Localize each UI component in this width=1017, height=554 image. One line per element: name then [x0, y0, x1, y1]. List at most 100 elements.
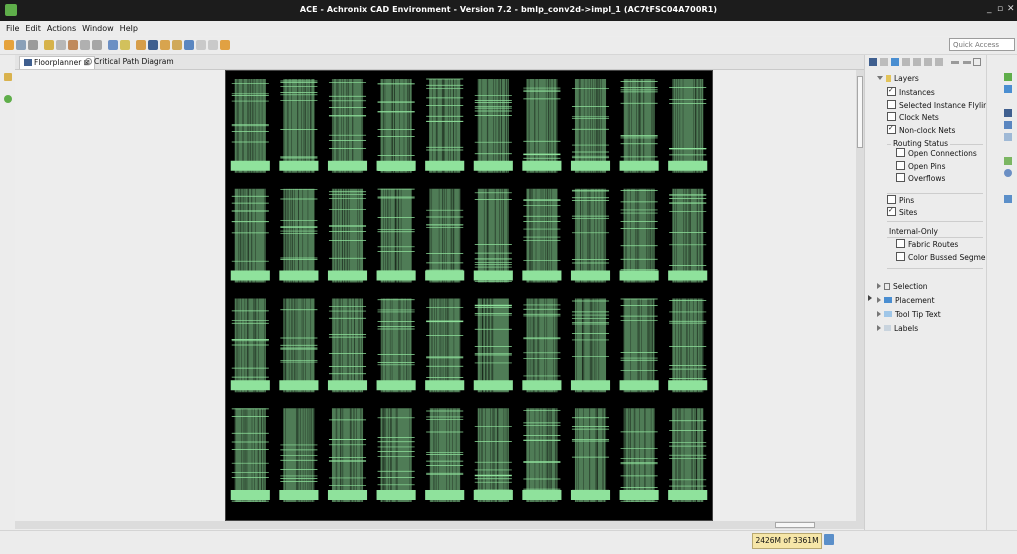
routing-status-title: Routing Status [891, 139, 951, 148]
panel-minimize-icon[interactable] [963, 61, 971, 64]
print-icon[interactable] [28, 40, 38, 50]
open-project-icon[interactable] [4, 40, 14, 50]
netlist-view-icon[interactable] [1004, 73, 1012, 81]
labels-label: Labels [894, 324, 919, 333]
open-connections-checkbox[interactable] [896, 148, 905, 157]
forward-icon[interactable] [208, 40, 218, 50]
menu-help[interactable]: Help [120, 24, 138, 33]
hierarchy-icon[interactable] [1004, 133, 1012, 141]
back-icon[interactable] [196, 40, 206, 50]
pin-tool-icon[interactable] [4, 73, 12, 81]
expand-tool-tip-icon[interactable] [877, 311, 881, 317]
properties-icon[interactable] [1004, 109, 1012, 117]
minimize-button[interactable]: _ [987, 4, 992, 14]
window-title: ACE - Achronix CAD Environment - Version… [299, 5, 718, 14]
flow-icon[interactable] [220, 40, 230, 50]
floorplanner-canvas[interactable] [15, 70, 856, 521]
save-icon[interactable] [16, 40, 26, 50]
layer-overflows[interactable]: Overflows [896, 173, 945, 184]
layer-clock-nets[interactable]: Clock Nets [887, 112, 939, 123]
expand-selection-icon[interactable] [877, 283, 881, 289]
copy-icon[interactable] [80, 40, 90, 50]
fabric-routes-label: Fabric Routes [908, 240, 959, 249]
zoom-out-icon[interactable] [924, 58, 932, 66]
placement-label: Placement [895, 296, 935, 305]
console-icon[interactable] [1004, 169, 1012, 177]
fabric-routes-checkbox[interactable] [896, 239, 905, 248]
pins-checkbox[interactable] [887, 195, 896, 204]
layer-fabric-routes[interactable]: Fabric Routes [896, 239, 958, 250]
panel-collapse-arrow-icon[interactable] [868, 295, 872, 301]
timing-icon[interactable] [172, 40, 182, 50]
chip-die[interactable] [225, 70, 713, 521]
filter-icon[interactable] [891, 58, 899, 66]
list-view-icon[interactable] [1004, 85, 1012, 93]
canvas-vertical-scrollbar[interactable] [856, 70, 864, 521]
section-labels[interactable]: Labels [877, 323, 918, 334]
instances-checkbox[interactable] [887, 85, 896, 96]
view-icon[interactable] [869, 58, 877, 66]
clock-nets-label: Clock Nets [899, 113, 939, 122]
layer-sites[interactable]: Sites [887, 205, 917, 218]
tab-critical-path-label: Critical Path Diagram [94, 57, 174, 66]
tab-critical-path-diagram[interactable]: Critical Path Diagram [81, 56, 178, 68]
clock-nets-checkbox[interactable] [887, 112, 896, 121]
panel-maximize-icon[interactable] [973, 58, 981, 66]
menu-file[interactable]: File [6, 24, 19, 33]
overflows-checkbox[interactable] [896, 173, 905, 182]
non-clock-nets-checkbox[interactable] [887, 123, 896, 134]
tasks-icon[interactable] [1004, 195, 1012, 203]
layer-non-clock-nets[interactable]: Non-clock Nets [887, 123, 955, 136]
zoom-fit-icon[interactable] [902, 58, 910, 66]
selected-instance-flyline-checkbox[interactable] [887, 100, 896, 109]
select-icon[interactable] [880, 58, 888, 66]
delete-icon[interactable] [92, 40, 102, 50]
section-selection[interactable]: Selection [877, 281, 928, 292]
internal-only-title: Internal-Only [889, 227, 938, 236]
garbage-collect-icon[interactable] [824, 534, 834, 545]
sites-checkbox[interactable] [887, 205, 896, 216]
open-pins-checkbox[interactable] [896, 161, 905, 170]
expand-labels-icon[interactable] [877, 325, 881, 331]
tree-icon[interactable] [1004, 157, 1012, 165]
section-tool-tip-text[interactable]: Tool Tip Text [877, 309, 941, 320]
outline-icon[interactable] [1004, 121, 1012, 129]
zoom-in-icon[interactable] [913, 58, 921, 66]
add-icon[interactable] [4, 95, 12, 103]
horizontal-scroll-thumb[interactable] [775, 522, 815, 528]
layer-open-pins[interactable]: Open Pins [896, 161, 946, 172]
expand-placement-icon[interactable] [877, 297, 881, 303]
menu-edit[interactable]: Edit [25, 24, 41, 33]
run-flow-icon[interactable] [44, 40, 54, 50]
menu-window[interactable]: Window [82, 24, 114, 33]
layout-icon[interactable] [148, 40, 158, 50]
report-icon[interactable] [160, 40, 170, 50]
memory-usage[interactable]: 2426M of 3361M [752, 533, 822, 549]
zoom-box-icon[interactable] [935, 58, 943, 66]
search-icon[interactable] [120, 40, 130, 50]
stop-icon[interactable] [56, 40, 66, 50]
netlist-icon[interactable] [184, 40, 194, 50]
pin-icon[interactable] [68, 40, 78, 50]
floorplanner-icon[interactable] [136, 40, 146, 50]
view-menu-icon[interactable] [951, 61, 959, 64]
quick-access-input[interactable] [949, 38, 1015, 51]
color-bussed-segment-checkbox[interactable] [896, 252, 905, 261]
layer-color-bussed-segment[interactable]: Color Bussed Segment [896, 252, 993, 263]
menu-actions[interactable]: Actions [47, 24, 76, 33]
menu-bar: File Edit Actions Window Help [0, 21, 1017, 36]
section-placement[interactable]: Placement [877, 295, 935, 306]
layer-open-connections[interactable]: Open Connections [896, 148, 977, 159]
title-bar: ACE - Achronix CAD Environment - Version… [0, 0, 1017, 21]
expand-layers-icon[interactable] [877, 76, 883, 80]
layer-selected-instance-flyline[interactable]: Selected Instance Flyline [887, 100, 993, 111]
right-trim-toolbar [986, 55, 1017, 530]
pins-label: Pins [899, 196, 915, 205]
maximize-button[interactable]: ▫ [997, 4, 1003, 14]
layer-instances[interactable]: Instances [887, 85, 935, 98]
help-icon[interactable] [108, 40, 118, 50]
canvas-horizontal-scrollbar[interactable] [15, 521, 864, 529]
close-button[interactable]: ✕ [1007, 4, 1015, 14]
layers-header[interactable]: Layers [877, 73, 919, 84]
vertical-scroll-thumb[interactable] [857, 76, 863, 148]
